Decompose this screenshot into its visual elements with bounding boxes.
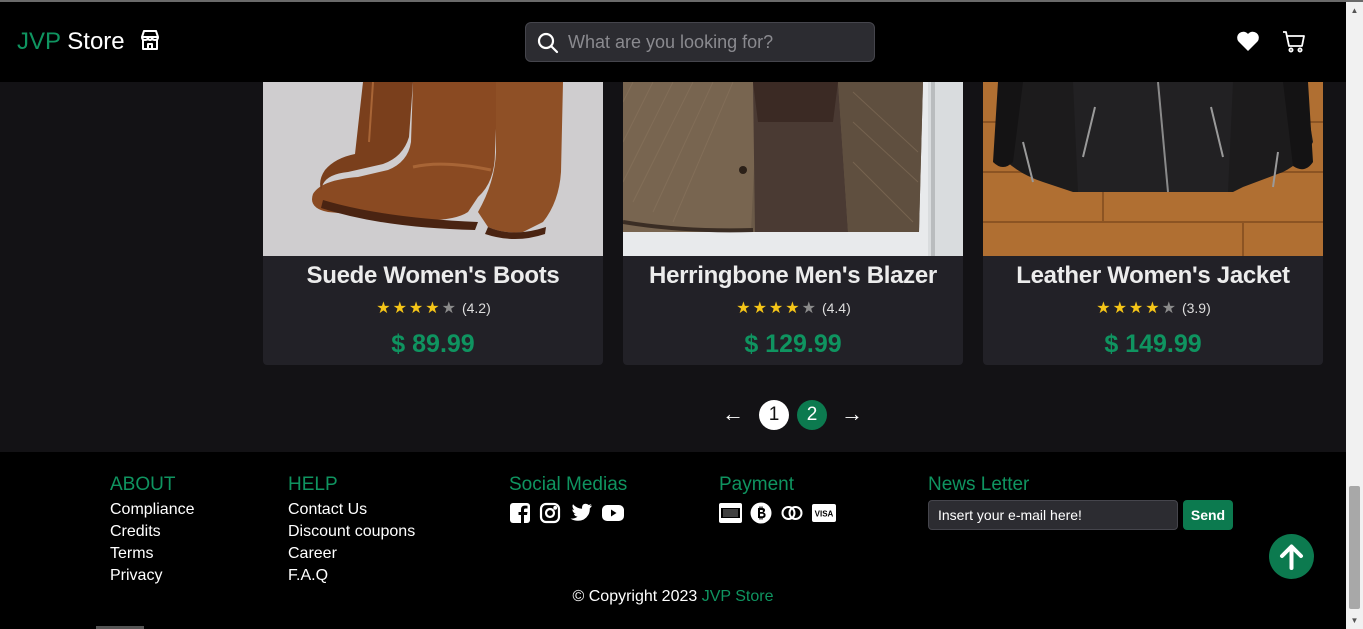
star-filled-icon: ★	[1096, 300, 1111, 317]
page-scrollbar[interactable]: ▲ ▼	[1346, 2, 1363, 629]
star-filled-icon: ★	[1128, 300, 1144, 317]
previous-page-arrow-icon[interactable]: ←	[719, 400, 747, 428]
footer-payment: Payment VISA	[719, 474, 836, 529]
star-filled-icon: ★	[768, 300, 784, 317]
newsletter-email-input[interactable]	[928, 500, 1178, 530]
svg-text:VISA: VISA	[815, 510, 834, 519]
star-filled-icon: ★	[736, 300, 751, 317]
product-price: $ 129.99	[744, 330, 842, 358]
brand-name-second: Store	[67, 28, 125, 55]
site-header: JVP Store	[0, 2, 1346, 82]
copyright-brand[interactable]: JVP Store	[702, 588, 774, 605]
brand-logo[interactable]: JVP Store	[17, 28, 161, 58]
page-2-button[interactable]: 2	[797, 400, 827, 430]
star-filled-icon: ★	[376, 300, 391, 317]
copyright-prefix: © Copyright 2023	[572, 588, 698, 605]
mastercard-icon	[780, 502, 804, 529]
copyright-text: © Copyright 2023 JVP Store	[0, 588, 1346, 606]
product-price: $ 149.99	[1104, 330, 1202, 358]
rating-value: (3.9)	[1181, 300, 1211, 316]
star-filled-icon: ★	[408, 300, 424, 317]
star-filled-icon: ★	[392, 300, 407, 317]
search-bar	[525, 22, 875, 62]
cart-icon[interactable]	[1282, 30, 1306, 59]
footer-link-contact-us[interactable]: Contact Us	[288, 499, 415, 521]
star-filled-icon: ★	[752, 300, 767, 317]
product-name[interactable]: Leather Women's Jacket	[983, 262, 1323, 290]
footer-help-title: HELP	[288, 474, 338, 495]
rating-value: (4.4)	[821, 300, 851, 316]
brand-name-first: JVP	[17, 28, 61, 55]
newsletter-send-button[interactable]: Send	[1183, 500, 1233, 530]
star-empty-icon: ★	[441, 300, 456, 317]
product-image-blazer[interactable]	[623, 82, 963, 256]
footer-link-discount-coupons[interactable]: Discount coupons	[288, 521, 415, 543]
product-name[interactable]: Suede Women's Boots	[263, 262, 603, 290]
search-icon[interactable]	[537, 32, 559, 59]
scroll-up-arrow-icon[interactable]: ▲	[1346, 2, 1363, 19]
product-card[interactable]: Leather Women's Jacket ★ ★ ★ ★ ★ (3.9) $ 149.…	[983, 82, 1323, 365]
footer-link-privacy[interactable]: Privacy	[110, 565, 194, 587]
footer-link-compliance[interactable]: Compliance	[110, 499, 194, 521]
product-rating: ★ ★ ★ ★ ★ (4.2)	[263, 298, 603, 318]
footer-link-career[interactable]: Career	[288, 543, 415, 565]
product-rating: ★ ★ ★ ★ ★ (4.4)	[623, 298, 963, 318]
product-rating: ★ ★ ★ ★ ★ (3.9)	[983, 298, 1323, 318]
footer-social-title: Social Medias	[509, 474, 628, 495]
product-image-leather-jacket[interactable]	[983, 82, 1323, 256]
arrow-up-icon	[1280, 544, 1303, 570]
star-filled-icon: ★	[785, 300, 800, 317]
footer-newsletter-title: News Letter	[928, 474, 1030, 495]
heart-icon[interactable]	[1236, 30, 1260, 57]
star-filled-icon: ★	[1112, 300, 1127, 317]
star-empty-icon: ★	[801, 300, 816, 317]
footer-link-faq[interactable]: F.A.Q	[288, 565, 415, 587]
product-card[interactable]: Herringbone Men's Blazer ★ ★ ★ ★ ★ (4.4) $ 12…	[623, 82, 963, 365]
next-page-arrow-icon[interactable]: →	[838, 400, 866, 428]
visa-icon: VISA	[812, 502, 836, 529]
product-price: $ 89.99	[391, 330, 475, 358]
footer-newsletter: News Letter Send	[928, 474, 1238, 534]
product-card[interactable]: Suede Women's Boots ★ ★ ★ ★ ★ (4.2) $ 89.99	[263, 82, 603, 365]
site-footer: ABOUT Compliance Credits Terms Privacy H…	[0, 452, 1346, 629]
star-filled-icon: ★	[1145, 300, 1160, 317]
instagram-icon[interactable]	[539, 502, 561, 529]
footer-help: HELP Contact Us Discount coupons Career …	[288, 474, 415, 587]
footer-about-title: ABOUT	[110, 474, 176, 495]
footer-social: Social Medias	[509, 474, 627, 529]
bitcoin-icon	[750, 502, 772, 529]
youtube-icon[interactable]	[601, 502, 625, 529]
storefront-icon	[139, 29, 161, 58]
footer-link-terms[interactable]: Terms	[110, 543, 194, 565]
twitter-icon[interactable]	[569, 502, 593, 529]
star-empty-icon: ★	[1161, 300, 1176, 317]
footer-payment-title: Payment	[719, 474, 794, 495]
search-input[interactable]	[568, 23, 868, 61]
scroll-to-top-button[interactable]	[1269, 534, 1314, 579]
product-name[interactable]: Herringbone Men's Blazer	[623, 262, 963, 290]
product-image-boots[interactable]	[263, 82, 603, 256]
footer-about: ABOUT Compliance Credits Terms Privacy	[110, 474, 194, 587]
footer-link-credits[interactable]: Credits	[110, 521, 194, 543]
facebook-icon[interactable]	[509, 502, 531, 529]
page-1-button[interactable]: 1	[759, 400, 789, 430]
star-filled-icon: ★	[425, 300, 440, 317]
scroll-down-arrow-icon[interactable]: ▼	[1346, 612, 1363, 629]
rating-value: (4.2)	[461, 300, 491, 316]
scrollbar-thumb[interactable]	[1349, 486, 1360, 609]
american-express-icon	[719, 502, 742, 529]
